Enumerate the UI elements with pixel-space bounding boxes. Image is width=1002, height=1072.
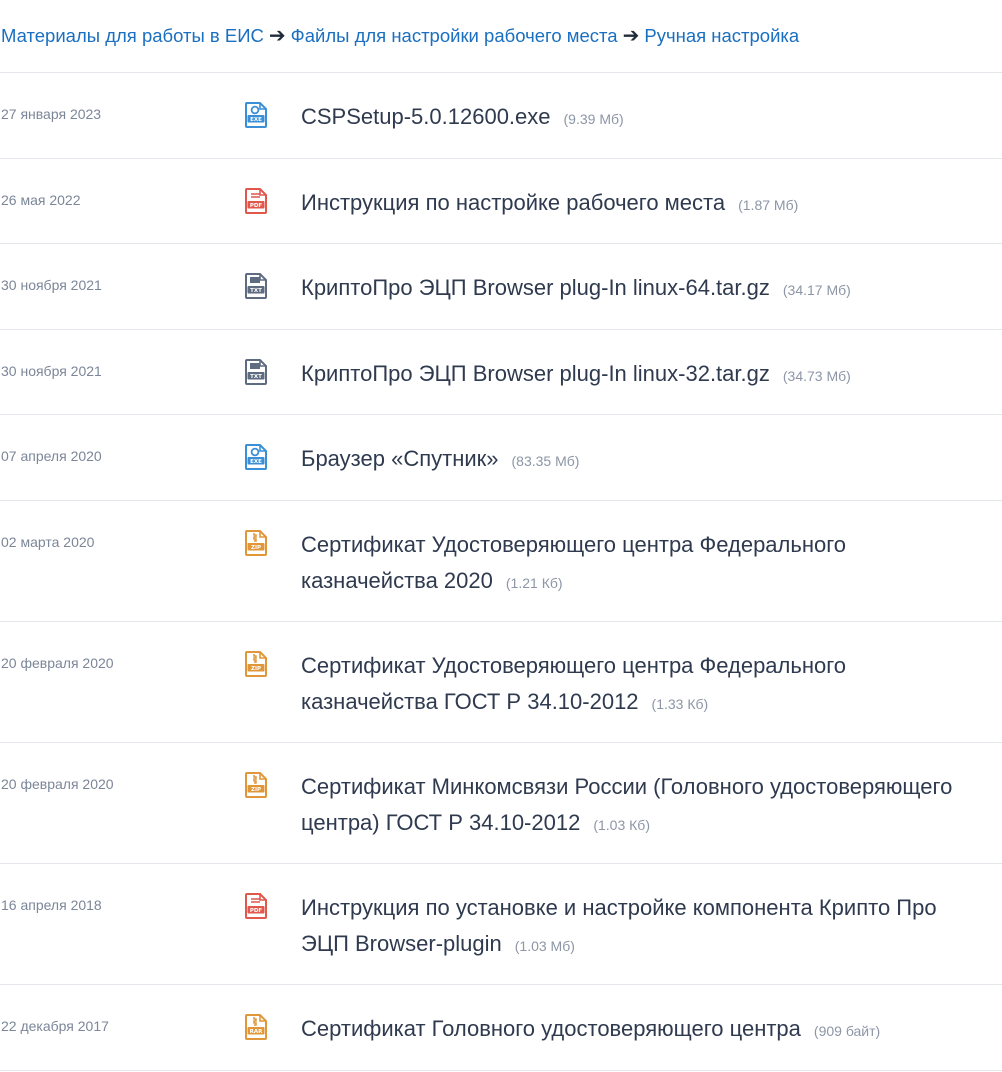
- file-row: 20 февраля 2020 ZIP Сертификат Минкомсвязи…: [0, 743, 1002, 864]
- file-entry: CSPSetup-5.0.12600.exe (9.39 Мб): [301, 99, 962, 137]
- pdf-file-icon[interactable]: PDF: [244, 188, 268, 214]
- file-download-link[interactable]: КриптоПро ЭЦП Browser plug-In linux-32.t…: [301, 361, 770, 386]
- txt-file-icon[interactable]: TXT: [244, 273, 268, 299]
- file-download-link[interactable]: КриптоПро ЭЦП Browser plug-In linux-64.t…: [301, 275, 770, 300]
- svg-text:TXT: TXT: [250, 288, 262, 294]
- txt-file-icon[interactable]: TXT: [244, 359, 268, 385]
- svg-text:ZIP: ZIP: [251, 787, 261, 793]
- file-date: 02 марта 2020: [1, 534, 95, 550]
- file-download-link[interactable]: Сертификат Головного удостоверяющего цен…: [301, 1016, 801, 1041]
- breadcrumb-arrow-icon: ➔: [268, 25, 286, 47]
- file-list: 27 января 2023 EXE CSPSetup-5.0.12600.exe (…: [0, 73, 1002, 1071]
- file-date: 20 февраля 2020: [1, 776, 114, 792]
- file-download-link[interactable]: Сертификат Удостоверяющего центра Федера…: [301, 532, 846, 593]
- file-date: 16 апреля 2018: [1, 897, 102, 913]
- file-row: 30 ноября 2021 TXT КриптоПро ЭЦП Browser p…: [0, 244, 1002, 330]
- exe-file-icon[interactable]: EXE: [244, 102, 268, 128]
- file-entry: Инструкция по установке и настройке комп…: [301, 890, 962, 964]
- file-size: (1.33 Кб): [651, 696, 709, 712]
- file-row: 02 марта 2020 ZIP Сертификат Удостоверяюще…: [0, 501, 1002, 622]
- file-size: (34.17 Мб): [782, 282, 851, 298]
- svg-text:EXE: EXE: [250, 459, 262, 465]
- svg-text:EXE: EXE: [250, 117, 262, 123]
- breadcrumb-link-manual-setup[interactable]: Ручная настройка: [644, 25, 799, 47]
- breadcrumb-link-materials[interactable]: Материалы для работы в ЕИС: [1, 25, 264, 47]
- file-size: (909 байт): [813, 1023, 881, 1039]
- file-size: (34.73 Мб): [782, 368, 851, 384]
- file-entry: Сертификат Головного удостоверяющего цен…: [301, 1011, 962, 1049]
- svg-text:PDF: PDF: [250, 203, 263, 209]
- file-date: 20 февраля 2020: [1, 655, 114, 671]
- file-date: 07 апреля 2020: [1, 448, 102, 464]
- svg-text:ZIP: ZIP: [251, 666, 261, 672]
- zip-file-icon[interactable]: ZIP: [244, 651, 268, 677]
- svg-text:TXT: TXT: [250, 374, 262, 380]
- file-entry: КриптоПро ЭЦП Browser plug-In linux-32.t…: [301, 356, 962, 394]
- breadcrumb-arrow-icon: ➔: [622, 25, 640, 47]
- file-date: 27 января 2023: [1, 106, 102, 122]
- file-date: 22 декабря 2017: [1, 1018, 109, 1034]
- file-date: 30 ноября 2021: [1, 277, 102, 293]
- file-size: (1.03 Мб): [514, 938, 575, 954]
- breadcrumb-link-workplace-files[interactable]: Файлы для настройки рабочего места: [291, 25, 618, 47]
- file-size: (1.03 Кб): [593, 817, 650, 833]
- zip-file-icon[interactable]: ZIP: [244, 530, 268, 556]
- file-download-link[interactable]: Браузер «Спутник»: [301, 446, 499, 471]
- rar-file-icon[interactable]: RAR: [244, 1014, 268, 1040]
- file-entry: Сертификат Минкомсвязи России (Головного…: [301, 769, 962, 843]
- file-size: (1.21 Кб): [505, 575, 563, 591]
- file-size: (9.39 Мб): [563, 111, 624, 127]
- file-download-link[interactable]: CSPSetup-5.0.12600.exe: [301, 104, 551, 129]
- file-entry: Браузер «Спутник» (83.35 Мб): [301, 441, 962, 479]
- file-date: 30 ноября 2021: [1, 363, 102, 379]
- file-download-link[interactable]: Инструкция по установке и настройке комп…: [301, 895, 937, 956]
- file-row: 26 мая 2022 PDF Инструкция по настройке ра…: [0, 159, 1002, 244]
- file-date: 26 мая 2022: [1, 192, 81, 208]
- file-row: 16 апреля 2018 PDF Инструкция по установке…: [0, 864, 1002, 985]
- file-row: 30 ноября 2021 TXT КриптоПро ЭЦП Browser p…: [0, 330, 1002, 415]
- file-download-link[interactable]: Инструкция по настройке рабочего места: [301, 190, 725, 215]
- file-size: (1.87 Мб): [738, 197, 799, 213]
- file-row: 22 декабря 2017 RAR Сертификат Головного у…: [0, 985, 1002, 1071]
- svg-text:ZIP: ZIP: [251, 545, 261, 551]
- svg-text:PDF: PDF: [250, 908, 263, 914]
- file-entry: КриптоПро ЭЦП Browser plug-In linux-64.t…: [301, 270, 962, 308]
- file-row: 20 февраля 2020 ZIP Сертификат Удостоверяю…: [0, 622, 1002, 743]
- file-size: (83.35 Мб): [511, 453, 580, 469]
- breadcrumb: Материалы для работы в ЕИС ➔ Файлы для н…: [0, 0, 1002, 73]
- svg-text:RAR: RAR: [250, 1029, 263, 1035]
- file-entry: Инструкция по настройке рабочего места (1…: [301, 185, 962, 223]
- file-row: 07 апреля 2020 EXE Браузер «Спутник» (83.35…: [0, 415, 1002, 501]
- file-entry: Сертификат Удостоверяющего центра Федера…: [301, 648, 962, 722]
- file-download-link[interactable]: Сертификат Удостоверяющего центра Федера…: [301, 653, 846, 714]
- zip-file-icon[interactable]: ZIP: [244, 772, 268, 798]
- file-entry: Сертификат Удостоверяющего центра Федера…: [301, 527, 962, 601]
- exe-file-icon[interactable]: EXE: [244, 444, 268, 470]
- pdf-file-icon[interactable]: PDF: [244, 893, 268, 919]
- file-row: 27 января 2023 EXE CSPSetup-5.0.12600.exe (…: [0, 73, 1002, 159]
